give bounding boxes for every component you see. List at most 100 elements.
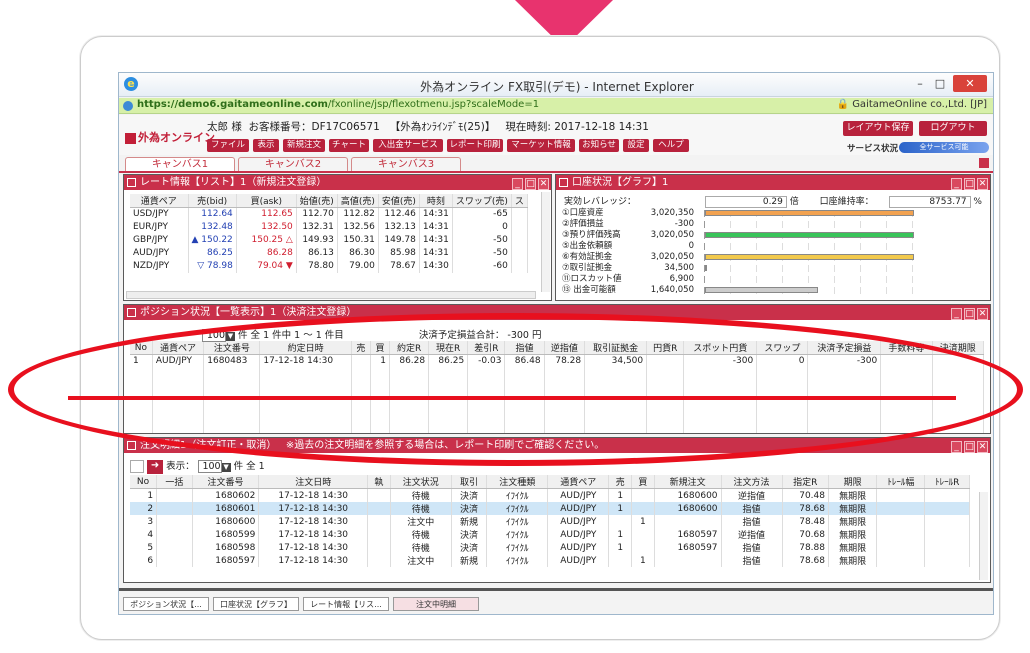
table-row[interactable]: 4 1680599 17-12-18 14:30 待機 決済 ｲﾌｲｸﾙ AUD/JPY 1 1… [130, 528, 970, 541]
cell [631, 488, 655, 502]
bid[interactable]: 86.25 [188, 246, 237, 260]
table-row[interactable]: 2 1680601 17-12-18 14:30 待機 決済 ｲﾌｲｸﾙ AUD/JPY 1 1… [130, 502, 970, 515]
cell: 無期限 [828, 488, 878, 502]
account-bar [705, 265, 708, 271]
col-swap2: ス [511, 194, 528, 208]
close-icon[interactable]: ✕ [977, 441, 988, 453]
maximize-icon[interactable]: □ [964, 308, 975, 320]
pair: EUR/JPY [130, 220, 189, 234]
account-bar [705, 287, 818, 293]
bid[interactable]: ▽ 78.98 [188, 259, 237, 273]
cell: 無期限 [828, 554, 878, 567]
ask[interactable]: 132.50 [236, 220, 297, 234]
bid-value: 150.22 [201, 235, 233, 245]
table-row[interactable]: 5 1680598 17-12-18 14:30 待機 決済 ｲﾌｲｸﾙ AUD/JPY 1 1… [130, 541, 970, 554]
swap: -50 [452, 233, 512, 247]
cell: 無期限 [828, 528, 878, 541]
cell [876, 502, 926, 515]
order-count: 件 全 1 [233, 461, 265, 472]
menu-file[interactable]: ファイル [207, 139, 249, 152]
bid[interactable]: ▲ 150.22 [188, 233, 237, 247]
bid[interactable]: 132.48 [188, 220, 237, 234]
account-bar-track [704, 265, 918, 272]
menu-chart[interactable]: チャート [329, 139, 369, 152]
cell [631, 541, 655, 554]
bid-arrow: ▽ [197, 261, 205, 271]
table-row[interactable]: EUR/JPY 132.48 132.50 132.31 132.56 132.13 1… [130, 220, 528, 234]
rate-panel-title: レート情報【リスト】1（新規注文登録） [140, 177, 327, 188]
menu-report[interactable]: レポート印刷 [447, 139, 503, 152]
bid-value: 78.98 [207, 261, 233, 271]
account-row: ⑬ 出金可能額 1,640,050 [562, 285, 918, 296]
close-icon[interactable]: ✕ [538, 178, 549, 190]
menu-news[interactable]: お知らせ [579, 139, 619, 152]
cell: 決済 [451, 502, 488, 515]
ask-value: 150.25 [251, 235, 284, 245]
menu-market[interactable]: マーケット情報 [507, 139, 575, 152]
ask-arrow: ▼ [285, 261, 293, 271]
rate-vscroll[interactable] [541, 192, 550, 292]
tab-canvas-1[interactable]: キャンバス1 [125, 157, 235, 172]
account-bar-track [704, 276, 918, 283]
ask[interactable]: 79.04 ▼ [236, 259, 297, 273]
account-panel-title: 口座状況【グラフ】1 [572, 177, 669, 188]
bottom-tab-account[interactable]: 口座状況【グラフ】 [213, 597, 299, 611]
maximize-icon[interactable]: □ [525, 178, 536, 190]
ask[interactable]: 86.28 [236, 246, 297, 260]
open: 86.13 [296, 246, 338, 260]
minimize-icon[interactable]: _ [951, 441, 962, 453]
minimize-icon[interactable]: _ [951, 178, 962, 190]
close-icon[interactable]: ✕ [977, 308, 988, 320]
ask[interactable]: 150.25 △ [236, 233, 297, 247]
rate-hscroll[interactable] [126, 291, 536, 299]
close-button[interactable]: ✕ [953, 75, 987, 92]
minimize-icon[interactable]: _ [951, 308, 962, 320]
highlight-ellipse [8, 313, 1023, 466]
table-row[interactable]: 6 1680597 17-12-18 14:30 注文中 新規 ｲﾌｲｸﾙ AUD/JPY 1… [130, 554, 970, 567]
bid-value: 132.48 [201, 222, 233, 232]
go-button[interactable]: ➜ [147, 459, 164, 474]
account-number: お客様番号：DF17C06571 [248, 121, 380, 133]
cell: 逆指値 [721, 528, 783, 541]
menu-new-order[interactable]: 新規注文 [283, 139, 325, 152]
cell: AUD/JPY [547, 502, 610, 515]
col-high: 高値(売) [337, 194, 379, 208]
menu-view[interactable]: 表示 [253, 139, 279, 152]
ask[interactable]: 112.65 [236, 207, 297, 221]
minimize-icon[interactable]: _ [512, 178, 523, 190]
minimize-button[interactable]: – [911, 75, 929, 92]
col-time: 時刻 [419, 194, 453, 208]
bottom-tab-positions[interactable]: ポジション状況【... [123, 597, 209, 611]
menu-help[interactable]: ヘルプ [653, 139, 689, 152]
table-row[interactable]: 3 1680600 17-12-18 14:30 注文中 新規 ｲﾌｲｸﾙ AUD/JPY 1… [130, 515, 970, 528]
logout-button[interactable]: ログアウト [919, 121, 987, 136]
table-row[interactable]: 1 1680602 17-12-18 14:30 待機 決済 ｲﾌｲｸﾙ AUD/JPY 1 1… [130, 488, 970, 502]
menu-settings[interactable]: 設定 [623, 139, 649, 152]
menu-deposit[interactable]: 入出金サービス [373, 139, 443, 152]
cell: 17-12-18 14:30 [258, 554, 369, 567]
maximize-icon[interactable]: □ [964, 441, 975, 453]
time-label: 現在時刻: [505, 121, 551, 133]
canvas-menu-icon[interactable] [979, 158, 989, 168]
tab-canvas-3[interactable]: キャンバス3 [351, 157, 461, 172]
order-display-select[interactable]: 100 [197, 460, 222, 473]
bottom-tab-orders[interactable]: 注文中明細 [393, 597, 479, 611]
table-row[interactable]: AUD/JPY 86.25 86.28 86.13 86.30 85.98 14:31-… [130, 246, 528, 260]
table-row[interactable]: GBP/JPY ▲ 150.22 150.25 △ 149.93 150.31 149.7… [130, 233, 528, 247]
maximize-icon[interactable]: □ [964, 178, 975, 190]
chevron-down-icon[interactable]: ▼ [221, 463, 231, 472]
table-row[interactable]: USD/JPY 112.64 112.65 112.70 112.82 112.46 1… [130, 207, 528, 221]
close-icon[interactable]: ✕ [977, 178, 988, 190]
bottom-tab-rates[interactable]: レート情報【リス... [303, 597, 389, 611]
tab-canvas-2[interactable]: キャンバス2 [238, 157, 348, 172]
address-bar[interactable]: https://demo6.gaitameonline.com/fxonline… [119, 98, 993, 114]
maximize-button[interactable]: □ [931, 75, 949, 92]
layout-save-button[interactable]: レイアウト保存 [843, 121, 913, 136]
cell: 1680598 [192, 541, 260, 554]
app-logo: 外為オンライン [125, 129, 215, 145]
table-row[interactable]: NZD/JPY ▽ 78.98 79.04 ▼ 78.80 79.00 78.67 14:3… [130, 259, 528, 273]
order-vscroll[interactable] [979, 492, 988, 580]
bid[interactable]: 112.64 [188, 207, 237, 221]
time: 14:31 [419, 246, 453, 260]
order-checkbox[interactable] [130, 460, 144, 473]
